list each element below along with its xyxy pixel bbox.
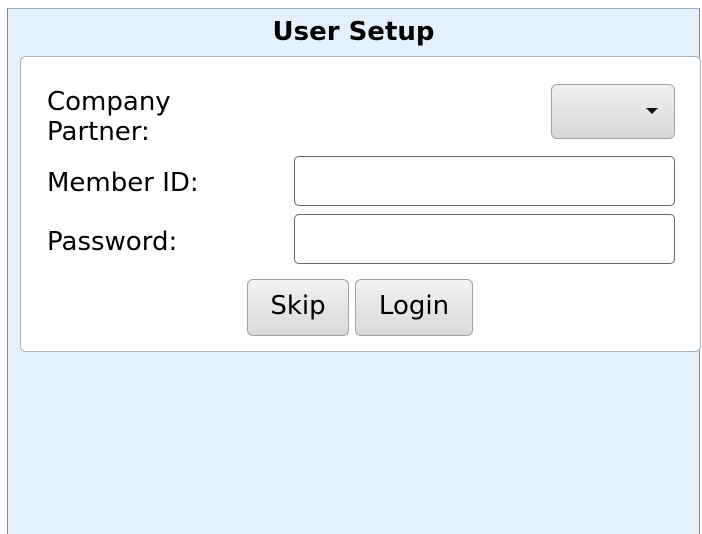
password-field[interactable]	[294, 214, 675, 264]
skip-button[interactable]: Skip	[247, 279, 349, 336]
chevron-down-icon	[646, 108, 658, 114]
member-id-field[interactable]	[294, 156, 675, 206]
member-id-label: Member ID:	[47, 168, 199, 198]
user-setup-window: User Setup Company Partner: Member ID: P…	[7, 8, 701, 534]
password-label: Password:	[47, 227, 178, 257]
dialog-title: User Setup	[272, 17, 435, 47]
login-form-panel: Company Partner: Member ID: Password: Sk…	[20, 56, 701, 352]
company-partner-label: Company Partner:	[47, 87, 171, 147]
company-partner-dropdown[interactable]	[551, 84, 675, 139]
login-button[interactable]: Login	[355, 279, 473, 336]
